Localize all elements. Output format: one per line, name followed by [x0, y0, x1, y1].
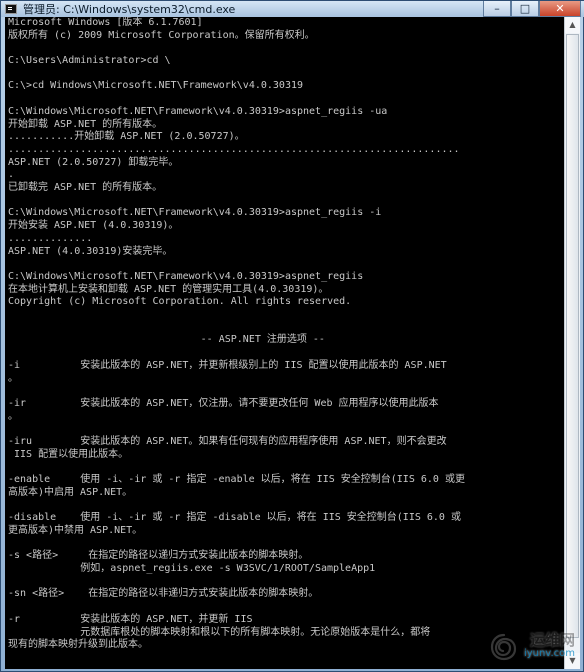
- console-line: ASP.NET (2.0.50727) 卸载完毕。: [8, 156, 179, 168]
- console-line: 。: [8, 372, 18, 384]
- console-line: 在本地计算机上安装和卸载 ASP.NET 的管理实用工具(4.0.30319)。: [8, 283, 329, 295]
- cmd-icon: [5, 4, 17, 14]
- scroll-up-arrow-icon[interactable]: ▲: [565, 17, 580, 33]
- console-line: ASP.NET (4.0.30319)安装完毕。: [8, 245, 173, 257]
- console-line: -s <路径> 在指定的路径以递归方式安装此版本的脚本映射。: [8, 550, 309, 562]
- console-line: -iru 安装此版本的 ASP.NET。如果有任何现有的应用程序使用 ASP.N…: [8, 436, 447, 448]
- console-line: ........................................…: [8, 143, 460, 155]
- console-line: -enable 使用 -i、-ir 或 -r 指定 -enable 以后，将在 …: [8, 474, 465, 486]
- console-line: Copyright (c) Microsoft Corporation. All…: [8, 296, 352, 308]
- console-line: 版权所有 (c) 2009 Microsoft Corporation。保留所有…: [8, 29, 315, 41]
- console-line: 已卸载完 ASP.NET 的所有版本。: [8, 182, 163, 194]
- console-line: 。: [8, 410, 18, 422]
- console-line: 更高版本)中禁用 ASP.NET。: [8, 524, 143, 536]
- scroll-thumb[interactable]: [566, 34, 579, 638]
- console-line: -- ASP.NET 注册选项 --: [8, 334, 325, 346]
- console-line: C:\Windows\Microsoft.NET\Framework\v4.0.…: [8, 207, 382, 219]
- console-output[interactable]: Microsoft Windows [版本 6.1.7601] 版权所有 (c) …: [5, 17, 565, 669]
- console-line: IIS 配置以使用此版本。: [8, 448, 129, 460]
- console-line: .: [8, 169, 15, 181]
- console-line: ..............: [8, 232, 93, 244]
- vertical-scrollbar[interactable]: ▲ ▼: [564, 17, 580, 669]
- console-line: C:\Windows\Microsoft.NET\Framework\v4.0.…: [8, 105, 388, 117]
- console-line: -r 安装此版本的 ASP.NET，并更新 IIS: [8, 613, 253, 625]
- console-line: 现有的脚本映射升级到此版本。: [8, 639, 148, 651]
- console-line: 开始安装 ASP.NET (4.0.30319)。: [8, 220, 179, 232]
- title-bar[interactable]: 管理员: C:\Windows\system32\cmd.exe – □ ✕: [1, 1, 584, 17]
- console-line: -disable 使用 -i、-ir 或 -r 指定 -disable 以后，将…: [8, 512, 461, 524]
- console-line: -i 安装此版本的 ASP.NET，并更新根级别上的 IIS 配置以使用此版本的…: [8, 359, 447, 371]
- console-line: C:\Windows\Microsoft.NET\Framework\v4.0.…: [8, 270, 364, 282]
- console-line: 元数据库根处的脚本映射和根以下的所有脚本映射。无论原始版本是什么，都将: [8, 626, 431, 638]
- console-line: -sn <路径> 在指定的路径以非递归方式安装此版本的脚本映射。: [8, 588, 319, 600]
- console-line: 例如，aspnet_regiis.exe -s W3SVC/1/ROOT/Sam…: [8, 563, 376, 575]
- scroll-down-arrow-icon[interactable]: ▼: [565, 653, 580, 669]
- console-line: C:\Users\Administrator>cd \: [8, 55, 171, 67]
- console-line: 高版本)中启用 ASP.NET。: [8, 486, 133, 498]
- window-title: 管理员: C:\Windows\system32\cmd.exe: [23, 3, 236, 16]
- maximize-button[interactable]: □: [511, 1, 539, 17]
- window-controls: – □ ✕: [483, 1, 581, 17]
- cmd-window: 管理员: C:\Windows\system32\cmd.exe – □ ✕ M…: [0, 0, 584, 672]
- console-line: ...........开始卸载 ASP.NET (2.0.50727)。: [8, 131, 245, 143]
- minimize-button[interactable]: –: [483, 1, 511, 17]
- console-line: -ir 安装此版本的 ASP.NET，仅注册。请不要更改任何 Web 应用程序以…: [8, 397, 439, 409]
- console-line: C:\>cd Windows\Microsoft.NET\Framework\v…: [8, 80, 304, 92]
- console-line: 开始卸载 ASP.NET 的所有版本。: [8, 118, 163, 130]
- close-button[interactable]: ✕: [539, 1, 581, 17]
- console-line: Microsoft Windows [版本 6.1.7601]: [8, 17, 203, 28]
